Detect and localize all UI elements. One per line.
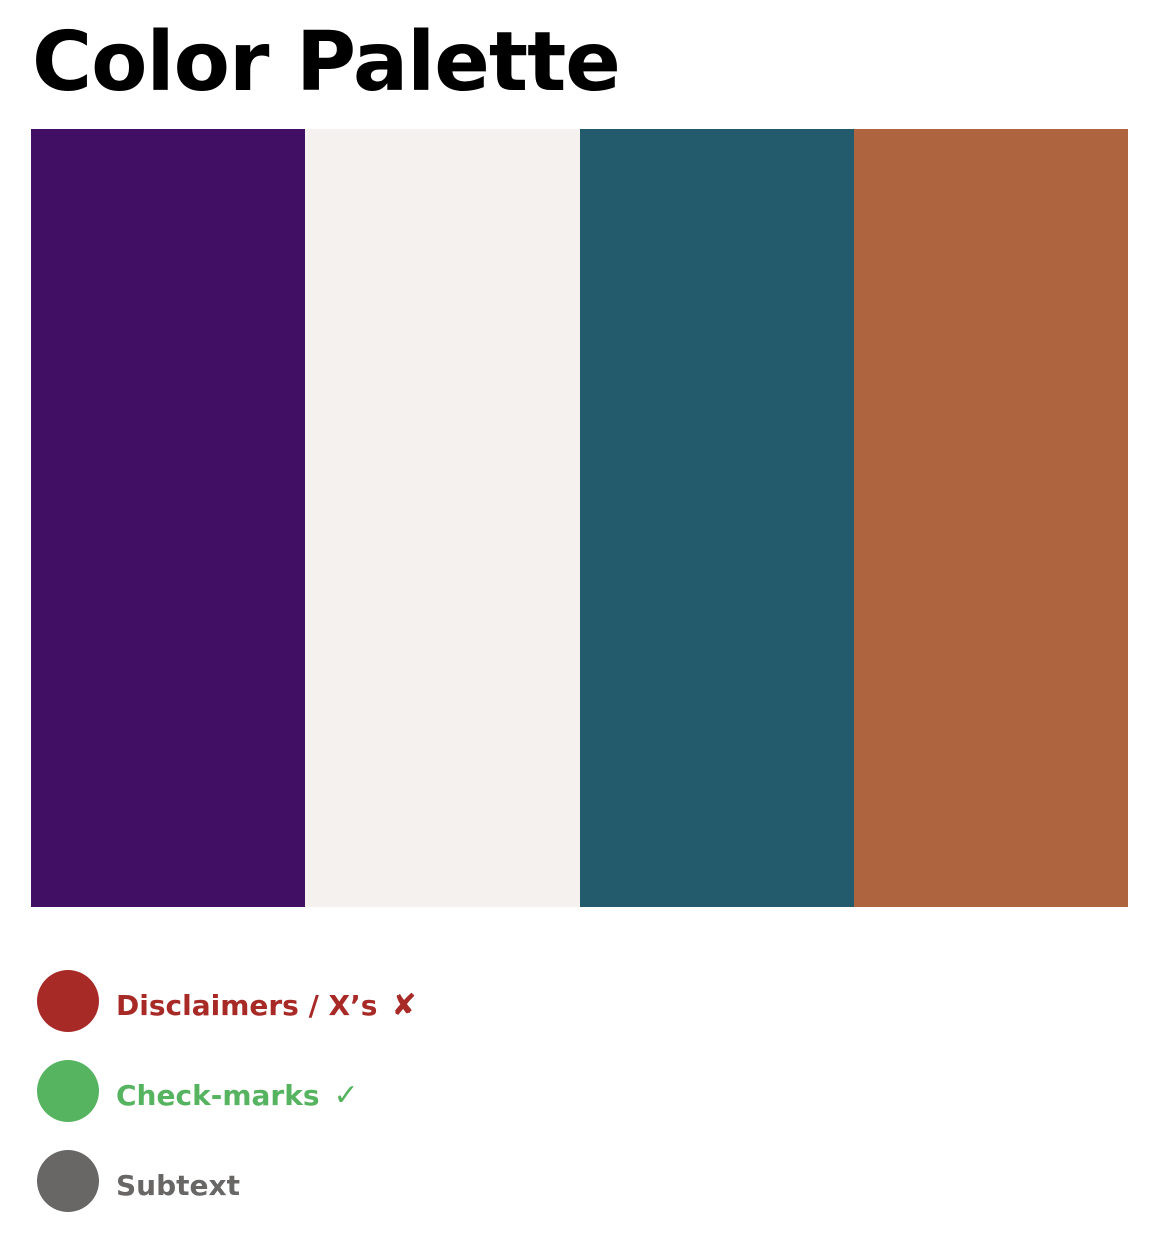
red-dot-icon xyxy=(37,970,99,1032)
swatch-copper xyxy=(853,129,1128,907)
legend-label-check-marks: Check-marks ✓ xyxy=(116,1074,359,1118)
legend-item-subtext: Subtext xyxy=(37,1150,737,1212)
legend-label-text: Subtext xyxy=(116,1169,240,1202)
legend-item-disclaimers: Disclaimers / X’s ✘ xyxy=(37,970,737,1032)
legend-label-text: Check-marks xyxy=(116,1079,320,1112)
legend-label-text: Disclaimers / X’s xyxy=(116,989,378,1022)
swatch-purple xyxy=(31,129,306,907)
cross-mark-icon: ✘ xyxy=(391,988,417,1023)
legend-label-subtext: Subtext xyxy=(116,1164,240,1208)
page-title: Color Palette xyxy=(32,15,621,110)
check-mark-icon: ✓ xyxy=(333,1078,359,1113)
color-swatches xyxy=(31,129,1128,907)
color-legend: Disclaimers / X’s ✘ Check-marks ✓ Subtext xyxy=(37,970,737,1240)
gray-dot-icon xyxy=(37,1150,99,1212)
green-dot-icon xyxy=(37,1060,99,1122)
swatch-off-white xyxy=(305,129,580,907)
swatch-teal xyxy=(579,129,854,907)
legend-item-check-marks: Check-marks ✓ xyxy=(37,1060,737,1122)
legend-label-disclaimers: Disclaimers / X’s ✘ xyxy=(116,984,417,1028)
